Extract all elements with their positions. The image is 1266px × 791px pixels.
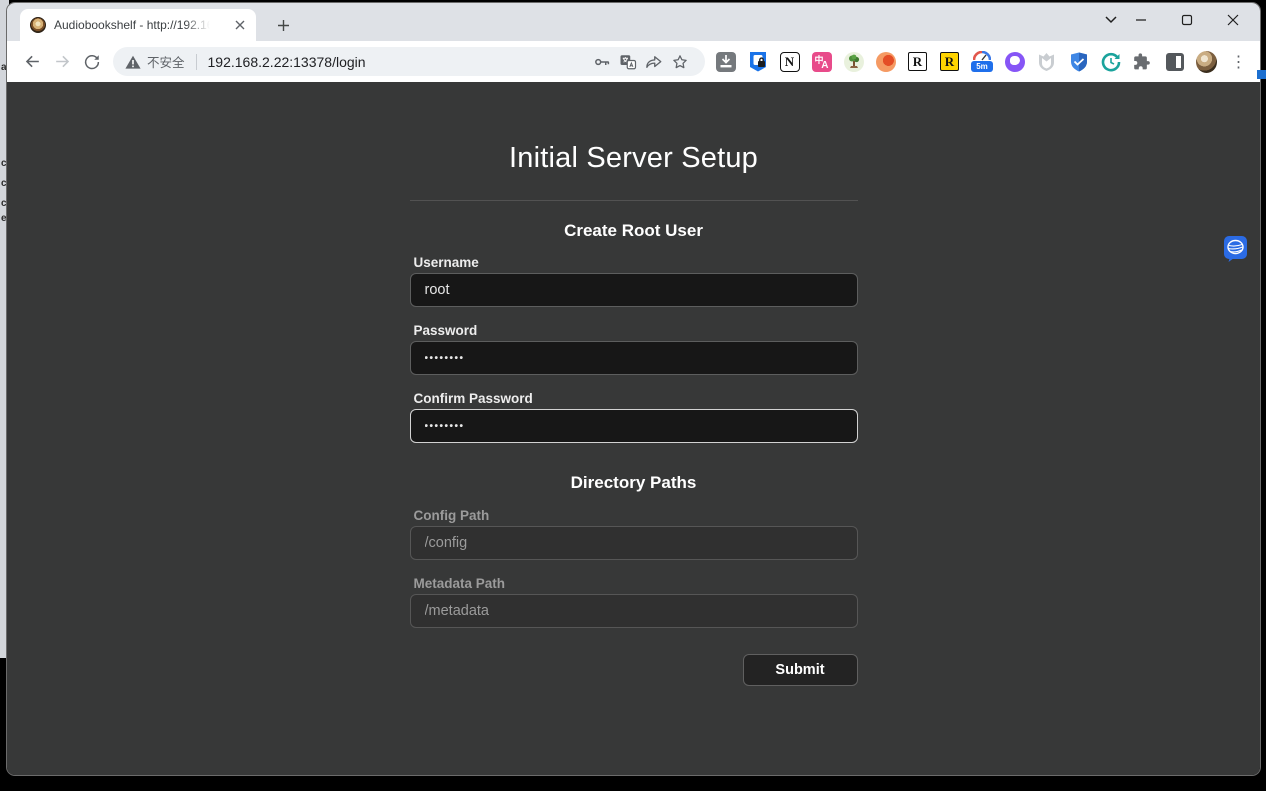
browser-menu-icon[interactable]: ⋮ [1228,51,1249,72]
password-label: Password [414,323,478,338]
create-root-user-heading: Create Root User [410,221,858,241]
background-text-fragment: c [1,198,7,209]
window-controls [1118,3,1256,37]
background-blue-fragment [1257,70,1266,79]
config-path-input [410,526,858,560]
bookmark-star-icon[interactable] [667,49,693,75]
username-input[interactable] [410,273,858,307]
confirm-password-input[interactable] [410,409,858,443]
tab-audiobookshelf[interactable]: Audiobookshelf - http://192.16 [20,9,256,41]
background-text-fragment: c [1,178,7,189]
browser-window: Audiobookshelf - http://192.16 [7,3,1260,775]
translate-icon[interactable] [615,49,641,75]
address-bar[interactable]: 不安全 192.168.2.22:13378/login [113,47,705,76]
tab-bar: Audiobookshelf - http://192.16 [7,3,1260,41]
blue-shield-extension-icon[interactable] [1068,51,1089,72]
translate-pink-extension-icon[interactable]: 中 A [811,51,832,72]
setup-form: Initial Server Setup Create Root User Us… [410,82,858,775]
tab-search-chevron-icon[interactable] [1104,3,1118,37]
password-key-icon[interactable] [589,49,615,75]
background-text-fragment: e [1,213,7,224]
maximize-button[interactable] [1164,4,1210,36]
back-icon[interactable] [17,47,47,77]
directory-paths-heading: Directory Paths [410,473,858,493]
purple-extension-icon[interactable] [1004,51,1025,72]
not-secure-label: 不安全 [147,52,185,71]
profile-avatar[interactable] [1196,51,1217,72]
tab-close-icon[interactable] [232,17,248,33]
share-icon[interactable] [641,49,667,75]
background-text-fragment: c [1,158,7,169]
teal-history-extension-icon[interactable] [1100,51,1121,72]
speed-badge: 5m [971,61,993,72]
page-audiobookshelf-setup: Initial Server Setup Create Root User Us… [7,82,1260,775]
translate-en-glyph: A [821,60,828,71]
extensions-puzzle-icon[interactable] [1132,51,1153,72]
download-extension-icon[interactable] [715,51,736,72]
url-text[interactable]: 192.168.2.22:13378/login [208,54,366,70]
reload-icon[interactable] [77,47,107,77]
metadata-path-label: Metadata Path [414,576,506,591]
page-title: Initial Server Setup [410,142,858,175]
password-input[interactable] [410,341,858,375]
confirm-password-label: Confirm Password [414,391,533,406]
title-divider [410,200,858,201]
username-label: Username [414,255,479,270]
desktop: a c c c e Audiobookshelf - http://192.16 [0,0,1266,791]
config-path-label: Config Path [414,508,490,523]
browser-toolbar: 不安全 192.168.2.22:13378/login [7,41,1260,82]
orange-blob-extension-icon[interactable] [875,51,896,72]
gray-shield-extension-icon[interactable] [1036,51,1057,72]
extensions-row: N 中 A R [715,51,1249,72]
floating-translate-brain-icon[interactable] [1224,236,1247,263]
metadata-path-input [410,594,858,628]
submit-button[interactable]: Submit [743,654,858,686]
bonsai-tree-extension-icon[interactable] [843,51,864,72]
dark-half-square-extension-icon[interactable] [1164,51,1185,72]
background-text-fragment: a [1,62,7,73]
close-window-button[interactable] [1210,4,1256,36]
tab-title: Audiobookshelf - http://192.16 [54,18,213,32]
reader-yellow-extension-icon[interactable]: R [939,51,960,72]
omnibox-divider [196,54,197,70]
not-secure-warning-icon[interactable] [125,55,141,69]
speedtest-5m-extension-icon[interactable]: 5m [971,51,993,72]
audiobookshelf-favicon [30,17,46,33]
reader-white-extension-icon[interactable]: R [907,51,928,72]
forward-icon[interactable] [47,47,77,77]
minimize-button[interactable] [1118,4,1164,36]
new-tab-button[interactable] [271,13,295,37]
privacy-shield-lock-extension-icon[interactable] [747,51,768,72]
notion-extension-icon[interactable]: N [779,51,800,72]
